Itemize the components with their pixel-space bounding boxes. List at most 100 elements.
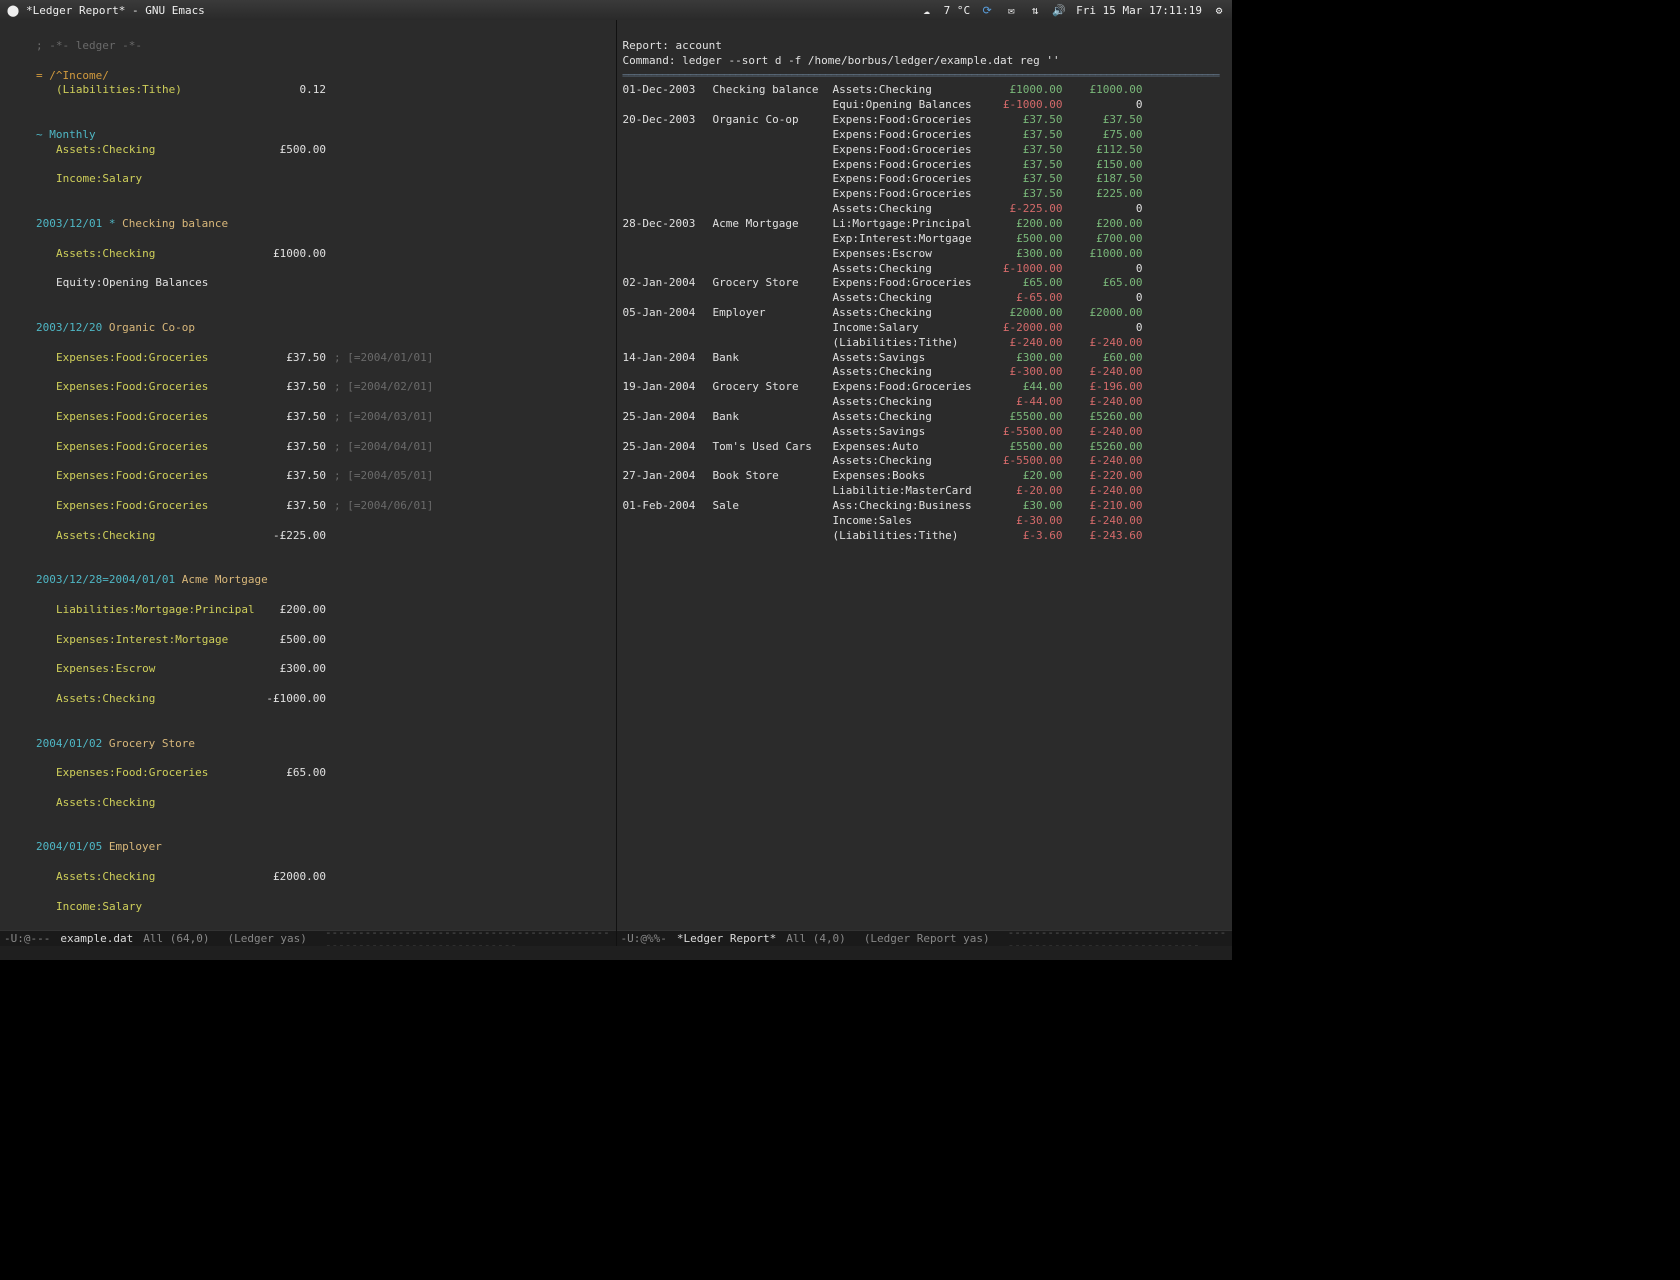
report-balance: £-243.60 [1063,529,1143,544]
report-payee [713,202,833,217]
right-pane[interactable]: Report: account Command: ledger --sort d… [616,20,1233,946]
report-amount: £65.00 [983,276,1063,291]
report-row[interactable]: Income:Sales£-30.00£-240.00 [623,514,1227,529]
posting-amount: -£225.00 [256,529,326,544]
report-account: (Liabilities:Tithe) [833,336,983,351]
posting-amount: 0.12 [256,83,326,98]
refresh-icon[interactable]: ⟳ [980,3,994,17]
xact-payee: Organic Co-op [109,321,195,334]
report-date: 25-Jan-2004 [623,440,713,455]
emacs-window: ⬤ *Ledger Report* - GNU Emacs ☁ 7 °C ⟳ ✉… [0,0,1232,960]
left-modeline[interactable]: -U:@--- example.dat All (64,0) (Ledger y… [0,930,616,946]
report-payee [713,336,833,351]
report-date [623,262,713,277]
posting-note: ; [=2004/05/01] [326,469,433,484]
posting-account: Expenses:Food:Groceries [56,469,256,484]
report-balance: £-240.00 [1063,395,1143,410]
report-row[interactable]: 25-Jan-2004BankAssets:Checking£5500.00£5… [623,410,1227,425]
report-row[interactable]: Expens:Food:Groceries£37.50£112.50 [623,143,1227,158]
report-payee: Grocery Store [713,380,833,395]
settings-icon[interactable]: ⚙ [1212,3,1226,17]
report-account: Income:Sales [833,514,983,529]
ledger-report-buffer[interactable]: Report: account Command: ledger --sort d… [617,20,1233,930]
report-row[interactable]: Expenses:Escrow£300.00£1000.00 [623,247,1227,262]
report-account: Li:Mortgage:Principal [833,217,983,232]
report-row[interactable]: Liabilitie:MasterCard£-20.00£-240.00 [623,484,1227,499]
report-row[interactable]: 01-Dec-2003Checking balanceAssets:Checki… [623,83,1227,98]
report-row[interactable]: 05-Jan-2004EmployerAssets:Checking£2000.… [623,306,1227,321]
posting-account: (Liabilities:Tithe) [56,83,256,98]
report-account: Expens:Food:Groceries [833,158,983,173]
report-payee [713,529,833,544]
report-row[interactable]: Expens:Food:Groceries£37.50£150.00 [623,158,1227,173]
report-amount: £-300.00 [983,365,1063,380]
report-row[interactable]: Expens:Food:Groceries£37.50£75.00 [623,128,1227,143]
report-account: Expens:Food:Groceries [833,276,983,291]
network-icon[interactable]: ⇅ [1028,3,1042,17]
xact-date: 2003/12/28=2004/01/01 [36,573,175,586]
report-amount: £2000.00 [983,306,1063,321]
posting-note: ; [=2004/02/01] [326,380,433,395]
posting-amount: £37.50 [256,499,326,514]
report-balance: £-240.00 [1063,514,1143,529]
report-amount: £500.00 [983,232,1063,247]
report-row[interactable]: Assets:Checking£-1000.000 [623,262,1227,277]
report-row[interactable]: (Liabilities:Tithe)£-240.00£-240.00 [623,336,1227,351]
ledger-source-buffer[interactable]: ; -*- ledger -*- = /^Income/ (Liabilitie… [0,20,616,930]
report-balance: £5260.00 [1063,440,1143,455]
report-date [623,395,713,410]
report-account: Expens:Food:Groceries [833,113,983,128]
report-row[interactable]: (Liabilities:Tithe)£-3.60£-243.60 [623,529,1227,544]
report-balance: £150.00 [1063,158,1143,173]
xact-date: 2003/12/20 [36,321,102,334]
report-row[interactable]: Exp:Interest:Mortgage£500.00£700.00 [623,232,1227,247]
posting-amount: £37.50 [256,351,326,366]
mail-icon[interactable]: ✉ [1004,3,1018,17]
report-amount: £-2000.00 [983,321,1063,336]
posting-amount: £37.50 [256,380,326,395]
report-row[interactable]: 27-Jan-2004Book StoreExpenses:Books£20.0… [623,469,1227,484]
report-row[interactable]: Assets:Checking£-65.000 [623,291,1227,306]
modeline-buffer-name: *Ledger Report* [677,932,776,945]
report-row[interactable]: 14-Jan-2004BankAssets:Savings£300.00£60.… [623,351,1227,366]
xact-payee: Employer [109,840,162,853]
posting-account: Assets:Checking [56,143,256,158]
report-balance: £-210.00 [1063,499,1143,514]
report-payee [713,454,833,469]
report-row[interactable]: Assets:Savings£-5500.00£-240.00 [623,425,1227,440]
report-amount: £200.00 [983,217,1063,232]
report-row[interactable]: Assets:Checking£-44.00£-240.00 [623,395,1227,410]
modeline-filler: ----------------------------------------… [1008,926,1228,947]
report-account: Income:Salary [833,321,983,336]
report-date: 14-Jan-2004 [623,351,713,366]
report-row[interactable]: Expens:Food:Groceries£37.50£225.00 [623,187,1227,202]
posting-note: ; [=2004/01/01] [326,351,433,366]
report-row[interactable]: Assets:Checking£-225.000 [623,202,1227,217]
minibuffer[interactable] [0,946,1232,960]
report-row[interactable]: 25-Jan-2004Tom's Used CarsExpenses:Auto£… [623,440,1227,455]
report-balance: £65.00 [1063,276,1143,291]
report-row[interactable]: Assets:Checking£-300.00£-240.00 [623,365,1227,380]
emacs-app-icon: ⬤ [6,3,20,17]
modeline-status: -U:@--- [4,932,50,945]
report-row[interactable]: 19-Jan-2004Grocery StoreExpens:Food:Groc… [623,380,1227,395]
modeline-status: -U:@%%- [621,932,667,945]
volume-icon[interactable]: 🔊 [1052,3,1066,17]
report-payee [713,187,833,202]
report-row[interactable]: Equi:Opening Balances£-1000.000 [623,98,1227,113]
report-row[interactable]: 28-Dec-2003Acme MortgageLi:Mortgage:Prin… [623,217,1227,232]
report-row[interactable]: 20-Dec-2003Organic Co-opExpens:Food:Groc… [623,113,1227,128]
report-row[interactable]: Expens:Food:Groceries£37.50£187.50 [623,172,1227,187]
report-date [623,365,713,380]
right-modeline[interactable]: -U:@%%- *Ledger Report* All (4,0) (Ledge… [617,930,1233,946]
left-pane[interactable]: ; -*- ledger -*- = /^Income/ (Liabilitie… [0,20,616,946]
weather-text: 7 °C [944,4,971,17]
posting-account: Assets:Checking [56,870,256,885]
modeline-buffer-name: example.dat [60,932,133,945]
report-row[interactable]: 01-Feb-2004SaleAss:Checking:Business£30.… [623,499,1227,514]
report-row[interactable]: 02-Jan-2004Grocery StoreExpens:Food:Groc… [623,276,1227,291]
report-row[interactable]: Income:Salary£-2000.000 [623,321,1227,336]
report-date: 25-Jan-2004 [623,410,713,425]
periodic-xact-header: ~ Monthly [36,128,96,141]
report-row[interactable]: Assets:Checking£-5500.00£-240.00 [623,454,1227,469]
